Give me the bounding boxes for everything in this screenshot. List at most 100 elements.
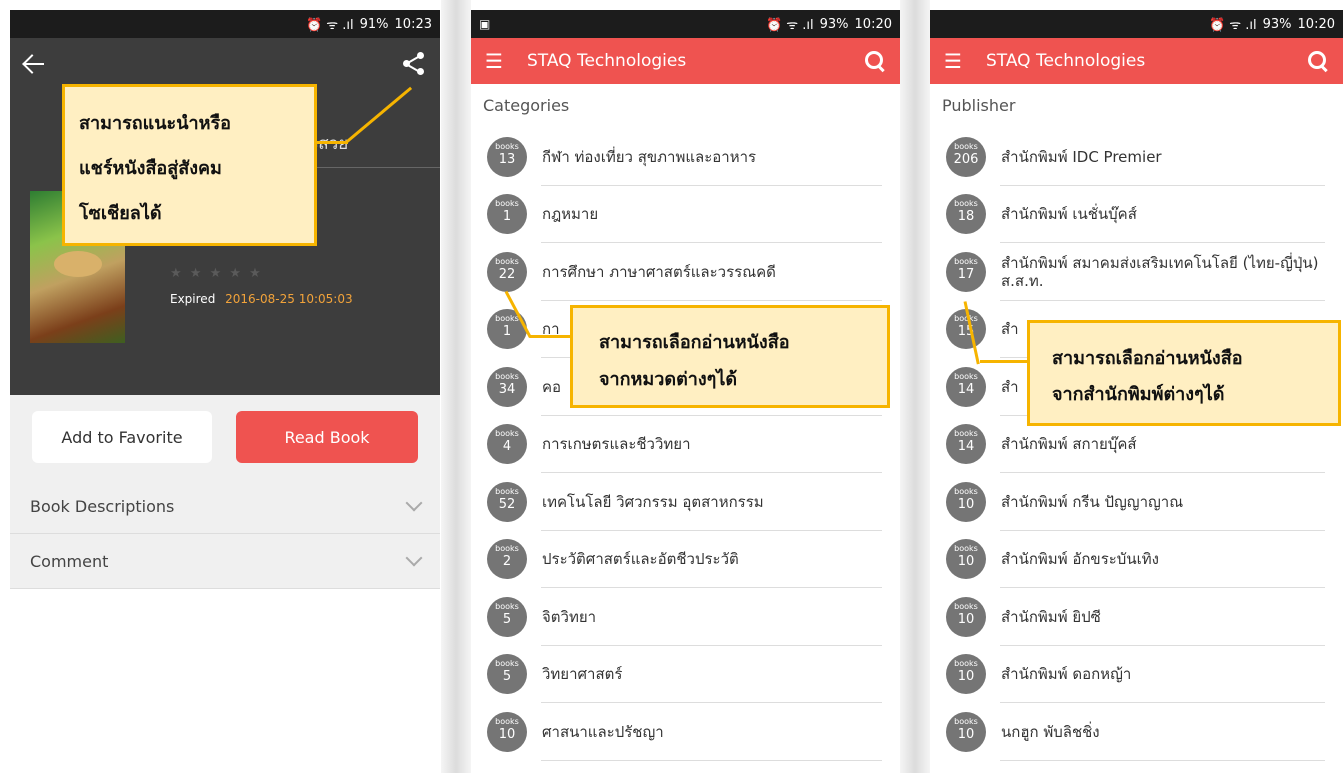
list-item[interactable]: books 17 สำนักพิมพ์ สมาคมส่งเสริมเทคโนโลยี… [930,243,1343,301]
list-item[interactable]: books 5 วิทยาศาสตร์ [471,646,900,704]
list-item[interactable]: books 5 จิตวิทยา [471,588,900,646]
list-item[interactable]: books 10 สำนักพิมพ์ ยิปซี [930,588,1343,646]
badge-label: books [954,199,978,209]
categories-callout: สามารถเลือกอ่านหนังสือ จากหมวดต่างๆได้ [570,305,890,408]
callout-line: สามารถเลือกอ่านหนังสือ [1052,348,1243,369]
app-bar: ☰ STAQ Technologies [930,38,1343,84]
badge-label: books [495,199,519,209]
list-item[interactable]: books 52 เทคโนโลยี วิศวกรรม อุตสาหกรรม [471,473,900,531]
list-item[interactable]: books 13 กีฬา ท่องเที่ยว สุขภาพและอาหาร [471,128,900,186]
app-title: STAQ Technologies [986,51,1146,71]
list-item[interactable]: books 10 ศาสนาและปรัชญา [471,703,900,761]
hamburger-menu-icon[interactable]: ☰ [944,49,986,73]
book-count: 14 [957,439,975,455]
book-count-badge: books 22 [487,251,527,292]
section-label: Comment [30,551,109,571]
list-item[interactable]: books 22 การศึกษา ภาษาศาสตร์และวรรณคดี [471,243,900,301]
badge-label: books [495,429,519,439]
list-item[interactable]: books 10 นกฮูก พับลิชชิ่ง [930,703,1343,761]
expired-date: 2016-08-25 10:05:03 [225,292,353,306]
badge-label: books [954,486,978,496]
book-count: 5 [502,669,512,685]
book-count: 1 [502,209,512,225]
book-count: 17 [957,266,975,282]
book-count: 1 [502,324,512,340]
callout-line: โซเชียลได้ [79,203,162,224]
book-count-badge: books 10 [946,654,986,695]
book-count-badge: books 4 [487,424,527,465]
list-item[interactable]: books 10 สำนักพิมพ์ ดอกหญ้า [930,646,1343,704]
item-label: นกฮูก พับลิชชิ่ง [1001,722,1100,741]
search-icon[interactable] [1307,50,1329,72]
book-count-badge: books 34 [487,366,527,407]
app-bar: ☰ STAQ Technologies [471,38,900,84]
item-label: การศึกษา ภาษาศาสตร์และวรรณคดี [542,262,776,281]
callout-leader [316,141,348,144]
battery-level: 91% [359,16,389,32]
search-icon[interactable] [864,50,886,72]
book-count-badge: books 2 [487,539,527,580]
item-label: สำนักพิมพ์ เนชั่นบุ๊คส์ [1001,205,1137,224]
book-count-badge: books 10 [946,481,986,522]
badge-label: books [954,601,978,611]
publisher-list: books 206 สำนักพิมพ์ IDC Premier books 18 สำน… [930,128,1343,761]
badge-label: books [954,371,978,381]
clock: 10:20 [854,16,892,32]
expiry-info: Expired 2016-08-25 10:05:03 [170,292,353,306]
read-book-button[interactable]: Read Book [236,411,418,463]
comment-section[interactable]: Comment [10,534,440,589]
status-bar: ▣ ⏰ ᯤ .ıl 93% 10:20 [471,10,900,38]
callout-line: จากหมวดต่างๆได้ [599,369,738,390]
book-count: 4 [502,439,512,455]
share-callout: สามารถแนะนำหรือ แชร์หนังสือสู่สังคม โซเช… [62,84,317,246]
badge-label: books [495,659,519,669]
callout-leader [530,335,572,338]
item-label: กฎหมาย [542,205,599,224]
book-count: 22 [498,266,516,282]
add-to-favorite-button[interactable]: Add to Favorite [32,411,212,463]
book-count: 18 [957,209,975,225]
list-item[interactable]: books 1 กฎหมาย [471,186,900,244]
item-label: สำ [1001,377,1019,396]
book-count: 34 [498,381,516,397]
rating-stars-icon[interactable]: ★ ★ ★ ★ ★ [170,266,263,281]
badge-label: books [954,716,978,726]
list-item[interactable]: books 2 ประวัติศาสตร์และอัตชีวประวัติ [471,531,900,589]
chevron-down-icon [405,549,423,567]
book-count: 10 [957,726,975,742]
status-icons: ⏰ ᯤ .ıl [305,18,354,33]
item-label: สำนักพิมพ์ กรีน ปัญญาญาณ [1001,492,1184,511]
list-item[interactable]: books 206 สำนักพิมพ์ IDC Premier [930,128,1343,186]
list-item[interactable]: books 10 สำนักพิมพ์ กรีน ปัญญาญาณ [930,473,1343,531]
book-count-badge: books 14 [946,424,986,465]
back-arrow-icon[interactable] [22,52,46,76]
book-count: 10 [498,726,516,742]
book-count-badge: books 17 [946,251,986,292]
badge-label: books [954,544,978,554]
status-bar: ⏰ ᯤ .ıl 93% 10:20 [930,10,1343,38]
list-item[interactable]: books 4 การเกษตรและชีววิทยา [471,416,900,474]
section-title: Categories [483,96,570,115]
hamburger-menu-icon[interactable]: ☰ [485,49,527,73]
divider [441,0,471,773]
item-label: ศาสนาและปรัชญา [542,722,664,741]
book-count-badge: books 5 [487,654,527,695]
list-item[interactable]: books 18 สำนักพิมพ์ เนชั่นบุ๊คส์ [930,186,1343,244]
callout-line: สามารถแนะนำหรือ [79,113,231,134]
book-count: 10 [957,554,975,570]
list-item[interactable]: books 10 สำนักพิมพ์ อักขระบันเทิง [930,531,1343,589]
item-label: กีฬา ท่องเที่ยว สุขภาพและอาหาร [542,147,757,166]
chevron-down-icon [405,494,423,512]
book-count-badge: books 10 [487,711,527,752]
book-descriptions-section[interactable]: Book Descriptions [10,479,440,534]
item-label: สำนักพิมพ์ สมาคมส่งเสริมเทคโนโลยี (ไทย-ญ… [1001,253,1319,290]
badge-label: books [495,371,519,381]
share-icon[interactable] [402,52,426,76]
book-count-badge: books 10 [946,539,986,580]
status-icons: ⏰ ᯤ .ıl [765,18,814,33]
item-label: คอ [542,377,562,396]
battery-level: 93% [819,16,849,32]
book-count-badge: books 10 [946,711,986,752]
badge-label: books [495,601,519,611]
book-count-badge: books 1 [487,194,527,235]
